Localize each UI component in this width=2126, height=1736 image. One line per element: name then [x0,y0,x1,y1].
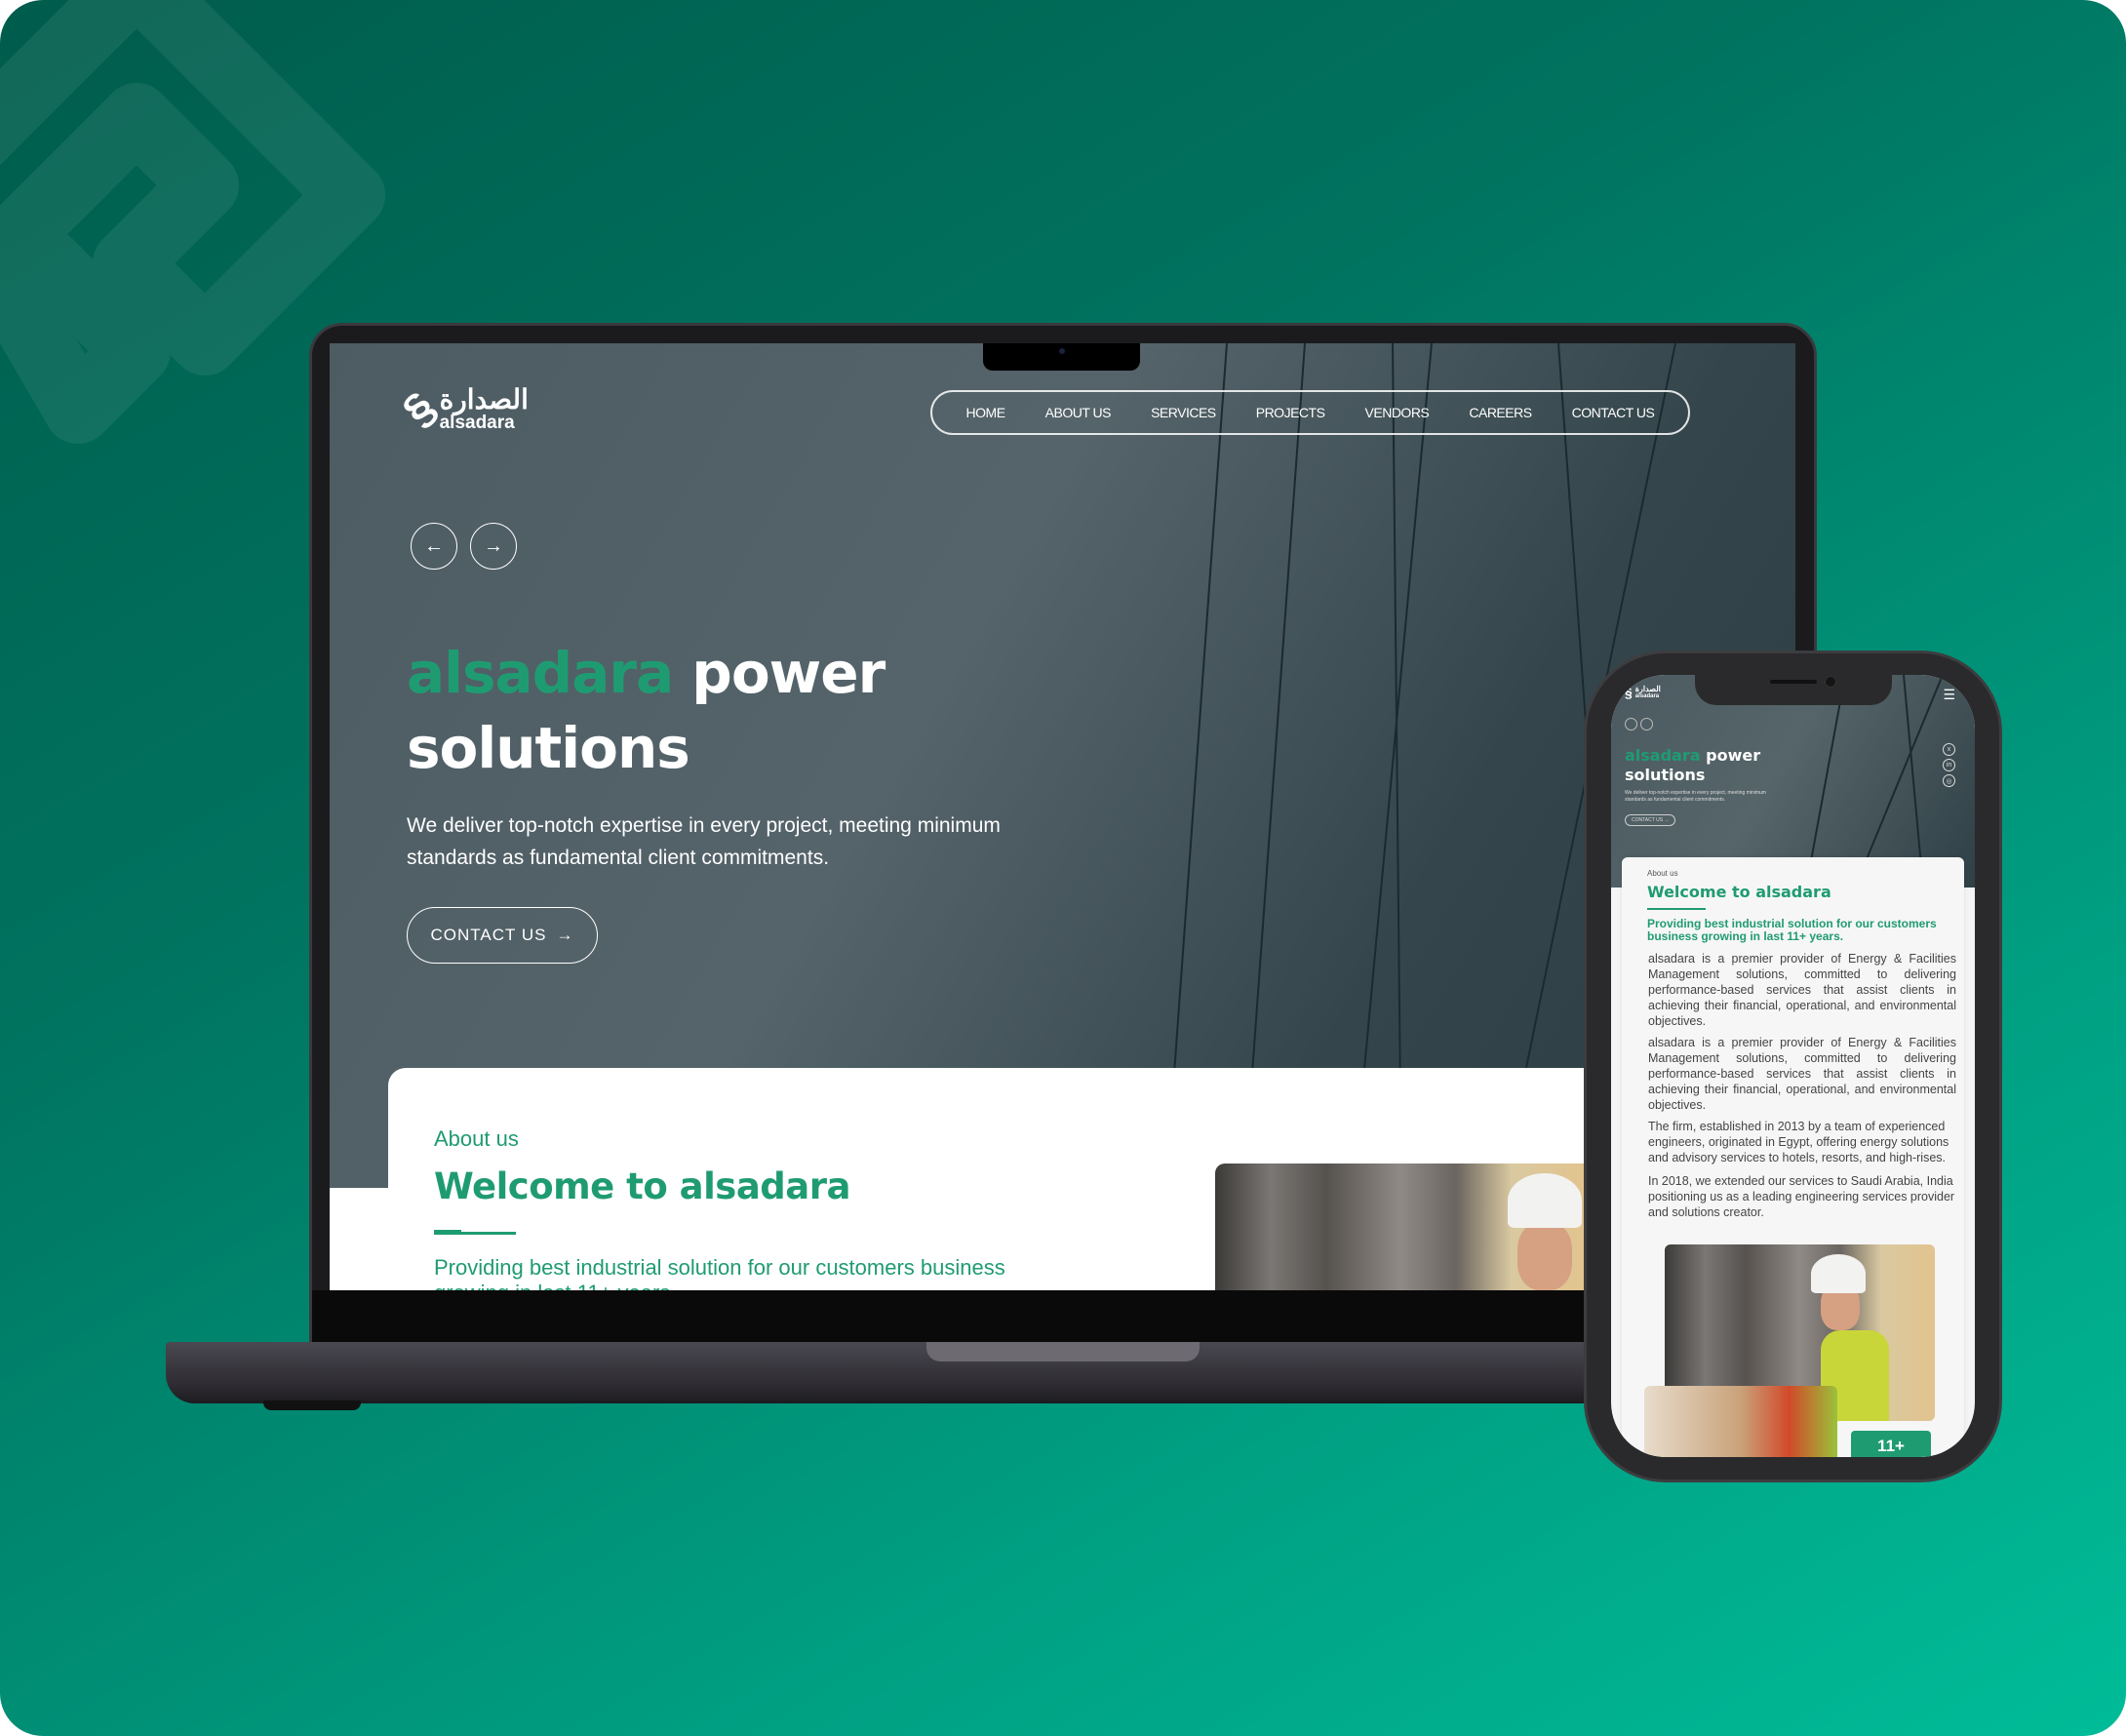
phone-about-card: About us Welcome to alsadara Providing b… [1622,857,1964,1457]
mockup-background: § الصدارة alsadara HOME ABOUT US SERVICES… [0,0,2126,1736]
hero-title-highlight: alsadara [1625,746,1701,765]
hero-title-line2: solutions [407,715,690,781]
prev-slide-button[interactable] [1625,718,1637,730]
next-slide-button[interactable]: → [470,523,517,570]
hero-title-rest: power [1706,746,1761,765]
logo-mark-icon: § [1625,685,1633,700]
nav-contact-us[interactable]: CONTACT US [1572,405,1655,420]
logo-english: alsadara [439,412,515,433]
phone-logo[interactable]: § الصدارة alsadara [1625,685,1661,700]
about-paragraph: In 2018, we extended our services to Sau… [1648,1174,1955,1219]
about-label: About us [434,1126,519,1151]
about-paragraph: The firm, established in 2013 by a team … [1648,1120,1949,1164]
phone-hero: § الصدارة alsadara ☰ alsadara power soluti… [1611,675,1975,888]
about-title: Welcome to alsadara [1647,883,1831,901]
nav-about-us[interactable]: ABOUT US [1045,405,1112,420]
engineer-photo [1215,1164,1586,1290]
hamburger-menu-icon[interactable]: ☰ [1943,687,1955,703]
site-logo[interactable]: § الصدارة alsadara [392,382,529,436]
nav-projects[interactable]: PROJECTS [1256,405,1325,420]
front-camera-icon [1825,676,1836,688]
contact-us-button[interactable]: CONTACT US → [1625,814,1676,826]
years-badge: 11+ [1851,1431,1931,1457]
title-underline [434,1230,516,1235]
social-instagram-icon[interactable]: ◎ [1943,774,1955,787]
logo-english: alsadara [1634,693,1660,699]
arrow-left-icon: ← [424,534,444,557]
laptop-opening-notch [926,1342,1200,1361]
title-underline [1647,908,1706,910]
nav-careers[interactable]: CAREERS [1469,405,1532,420]
hero-title-rest: power [691,640,886,706]
nav-home[interactable]: HOME [966,405,1006,420]
about-subtitle: Providing best industrial solution for o… [1647,917,1937,943]
about-paragraph: alsadara is a premier provider of Energy… [1648,952,1956,1028]
social-linkedin-icon[interactable]: in [1943,759,1955,771]
about-body: alsadara is a premier provider of Energy… [1648,951,1956,1220]
social-x-icon[interactable]: x [1943,743,1955,756]
phone-screen: § الصدارة alsadara ☰ alsadara power soluti… [1611,675,1975,1457]
main-nav: HOME ABOUT US SERVICES PROJECTS VENDORS … [930,390,1690,435]
laptop-foot [263,1401,361,1410]
worker-photo [1644,1386,1837,1457]
hero-title: alsadara power solutions [1625,746,1760,785]
arrow-right-icon: → [484,534,503,557]
about-subtitle: Providing best industrial solution for o… [434,1255,1005,1290]
logo-arabic: الصدارة [439,383,529,414]
hero-title: alsadara power solutions [407,636,886,786]
hero-title-highlight: alsadara [407,640,674,706]
nav-vendors[interactable]: VENDORS [1365,405,1430,420]
hero-description: We deliver top-notch expertise in every … [407,814,1001,869]
about-card: About us Welcome to alsadara Providing b… [388,1068,1656,1290]
prev-slide-button[interactable]: ← [411,523,457,570]
about-title: Welcome to alsadara [434,1165,850,1207]
next-slide-button[interactable] [1640,718,1653,730]
about-paragraph: alsadara is a premier provider of Energy… [1648,1036,1956,1112]
speaker-icon [1770,680,1817,684]
hero-description: We deliver top-notch expertise in every … [1625,790,1766,803]
arrow-right-icon: → [556,926,574,944]
logo-arabic: الصدارة [1634,685,1661,693]
contact-us-label: CONTACT US [430,926,547,944]
laptop-screen: § الصدارة alsadara HOME ABOUT US SERVICES… [330,343,1795,1290]
camera-icon [1059,348,1065,354]
nav-services[interactable]: SERVICES [1151,405,1216,420]
contact-us-button[interactable]: CONTACT US → [407,907,598,964]
hero-title-line2: solutions [1625,766,1706,784]
about-label: About us [1647,869,1678,878]
